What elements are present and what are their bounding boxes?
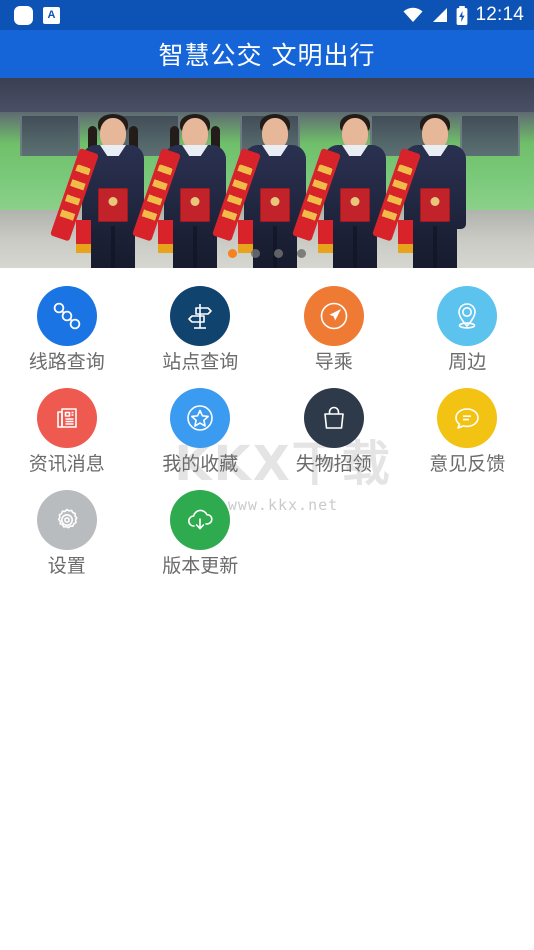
grid-item-favorites[interactable]: 我的收藏 bbox=[134, 388, 268, 490]
navigation-arrow-icon bbox=[303, 286, 364, 346]
star-circle-icon bbox=[170, 388, 231, 448]
page-title: 智慧公交 文明出行 bbox=[158, 41, 376, 70]
grid-item-version-update[interactable]: 版本更新 bbox=[134, 490, 268, 592]
grid-item-label: 线路查询 bbox=[28, 351, 105, 373]
newspaper-icon bbox=[36, 388, 97, 448]
handbag-icon bbox=[303, 388, 364, 448]
grid-item-label: 失物招领 bbox=[295, 453, 372, 475]
cloud-download-icon bbox=[170, 490, 231, 550]
grid-item-label: 设置 bbox=[47, 555, 86, 577]
status-bar-clock: 12:14 bbox=[475, 4, 524, 25]
status-bar-right-icons: 12:14 bbox=[402, 4, 524, 26]
keyboard-a-icon: A bbox=[43, 6, 60, 24]
banner-carousel[interactable] bbox=[0, 78, 534, 268]
grid-item-feedback[interactable]: 意见反馈 bbox=[401, 388, 534, 490]
carousel-dot-2[interactable] bbox=[251, 249, 260, 258]
carousel-dot-1[interactable] bbox=[228, 249, 237, 258]
feature-grid: 线路查询 站点查询 导乘 周边 资讯消息 我的收藏 失物招领 意见反馈 设置 版… bbox=[0, 268, 534, 592]
grid-item-label: 资讯消息 bbox=[28, 453, 105, 475]
grid-item-label: 导乘 bbox=[314, 351, 353, 373]
wifi-icon bbox=[403, 7, 423, 22]
grid-item-label: 意见反馈 bbox=[429, 453, 506, 475]
grid-item-navigation[interactable]: 导乘 bbox=[267, 286, 401, 388]
location-pin-icon bbox=[437, 286, 498, 346]
grid-item-label: 周边 bbox=[448, 351, 487, 373]
app-root: A 12:14 智慧公交 文明出行 KKX下载 www.kkx.net 线路查询… bbox=[0, 0, 534, 950]
app-header: 智慧公交 文明出行 bbox=[0, 30, 534, 78]
carousel-dots[interactable] bbox=[0, 249, 534, 258]
app-square-icon bbox=[14, 5, 33, 25]
grid-item-station-query[interactable]: 站点查询 bbox=[134, 286, 268, 388]
grid-item-label: 站点查询 bbox=[162, 351, 239, 373]
grid-item-label: 我的收藏 bbox=[162, 453, 239, 475]
status-bar: A 12:14 bbox=[0, 0, 534, 30]
carousel-dot-3[interactable] bbox=[274, 249, 283, 258]
route-nodes-icon bbox=[36, 286, 97, 346]
gear-icon bbox=[36, 490, 97, 550]
signpost-icon bbox=[170, 286, 231, 346]
grid-item-nearby[interactable]: 周边 bbox=[401, 286, 534, 388]
chat-bubble-icon bbox=[437, 388, 498, 448]
status-bar-left-icons: A bbox=[14, 5, 60, 25]
grid-item-lost-and-found[interactable]: 失物招领 bbox=[267, 388, 401, 490]
signal-icon bbox=[433, 8, 448, 22]
banner-image bbox=[0, 78, 534, 268]
grid-item-news[interactable]: 资讯消息 bbox=[0, 388, 134, 490]
grid-item-route-query[interactable]: 线路查询 bbox=[0, 286, 134, 388]
battery-charging-icon bbox=[457, 5, 468, 25]
carousel-dot-4[interactable] bbox=[297, 249, 306, 258]
grid-item-settings[interactable]: 设置 bbox=[0, 490, 134, 592]
grid-item-label: 版本更新 bbox=[162, 555, 239, 577]
